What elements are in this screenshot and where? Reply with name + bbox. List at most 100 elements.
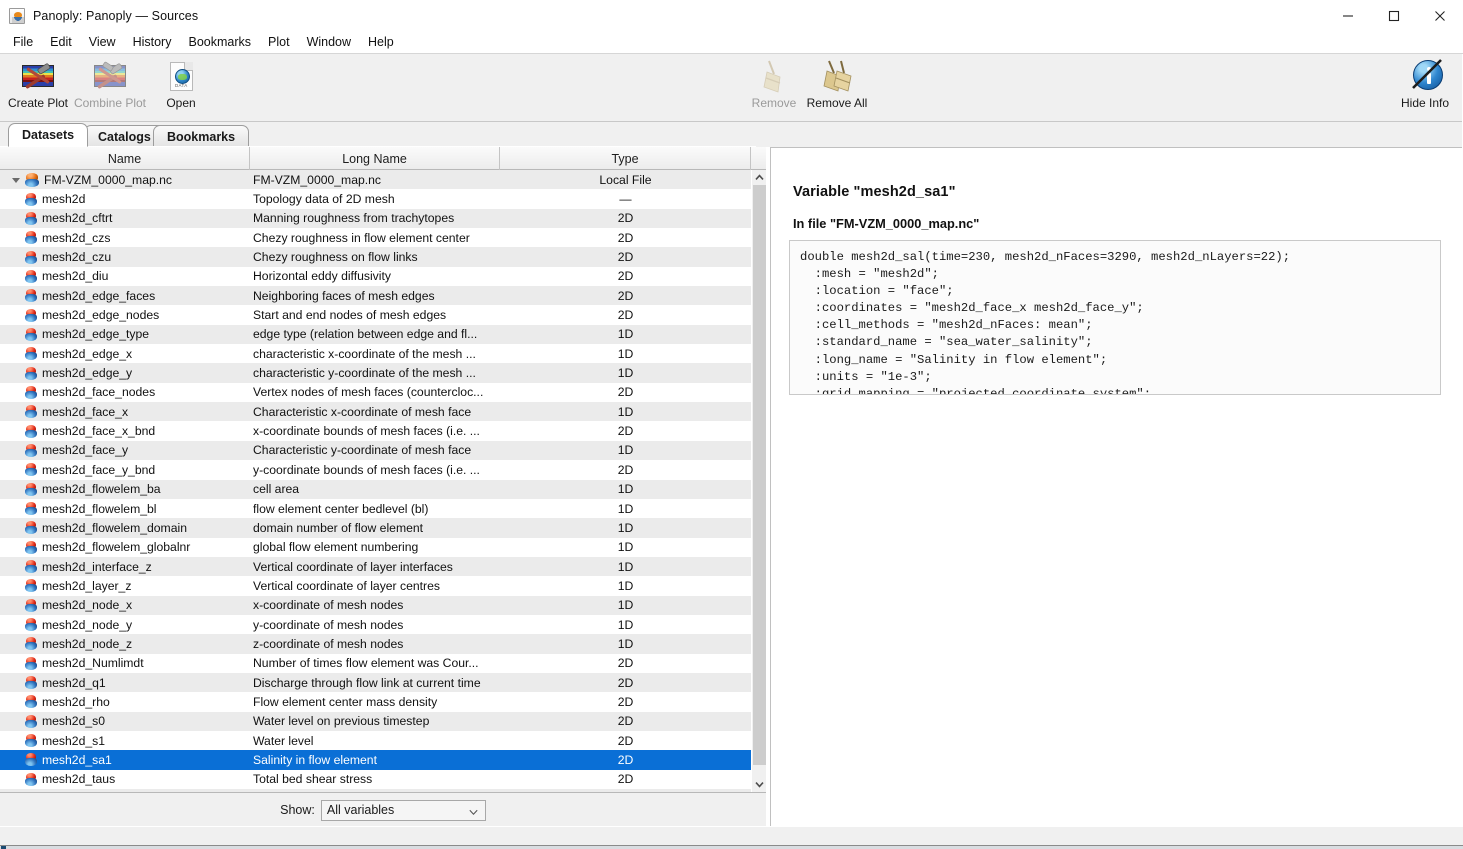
variable-sphere-icon	[25, 193, 37, 206]
variable-name-label: mesh2d_sa1	[42, 753, 112, 767]
table-row[interactable]: mesh2d_node_xx-coordinate of mesh nodes1…	[0, 596, 751, 615]
variable-name-label: mesh2d_face_y_bnd	[42, 463, 155, 477]
table-vertical-scrollbar[interactable]	[751, 170, 766, 792]
remove-all-button[interactable]: Remove All	[797, 58, 877, 110]
expand-collapse-triangle-icon[interactable]	[9, 173, 23, 187]
table-row[interactable]: FM-VZM_0000_map.ncFM-VZM_0000_map.ncLoca…	[0, 170, 751, 189]
column-header-type[interactable]: Type	[500, 147, 751, 170]
table-row[interactable]: mesh2d_flowelem_blflow element center be…	[0, 499, 751, 518]
table-row[interactable]: mesh2d_sa1Salinity in flow element2D	[0, 750, 751, 769]
tab-bar: Datasets Catalogs Bookmarks	[0, 122, 1463, 147]
maximize-icon[interactable]	[1371, 0, 1417, 32]
show-variables-select[interactable]: All variables	[321, 800, 486, 821]
show-variables-value: All variables	[327, 803, 394, 817]
variable-name-label: mesh2d_face_y	[42, 443, 128, 457]
chevron-down-icon[interactable]	[752, 777, 767, 792]
open-button[interactable]: DATA Open	[141, 58, 221, 110]
tab-bookmarks[interactable]: Bookmarks	[153, 125, 249, 147]
cell-type: Local File	[500, 173, 751, 187]
cell-long-name: Start and end nodes of mesh edges	[250, 308, 500, 322]
cell-type: 2D	[500, 656, 751, 670]
table-row[interactable]: mesh2d_rhoFlow element center mass densi…	[0, 692, 751, 711]
cell-type: 1D	[500, 482, 751, 496]
cell-type: 2D	[500, 289, 751, 303]
minimize-icon[interactable]	[1325, 0, 1371, 32]
variable-name-label: mesh2d_edge_nodes	[42, 308, 159, 322]
cell-variable-name: mesh2d_face_x	[0, 405, 250, 419]
chevron-up-icon[interactable]	[752, 170, 767, 185]
cell-type: —	[500, 192, 751, 206]
cell-type: 1D	[500, 443, 751, 457]
variable-name-label: mesh2d_node_x	[42, 598, 132, 612]
table-row[interactable]: mesh2d_edge_xcharacteristic x-coordinate…	[0, 344, 751, 363]
hide-info-label: Hide Info	[1401, 96, 1449, 110]
table-header: Name Long Name Type	[0, 147, 766, 170]
table-row[interactable]: mesh2d_q1Discharge through flow link at …	[0, 673, 751, 692]
table-row[interactable]: mesh2d_layer_zVertical coordinate of lay…	[0, 576, 751, 595]
variable-sphere-icon	[25, 386, 37, 399]
column-header-name[interactable]: Name	[0, 147, 250, 170]
menu-bookmarks[interactable]: Bookmarks	[180, 33, 259, 52]
cell-long-name: Horizontal eddy diffusivity	[250, 269, 500, 283]
cell-variable-name: mesh2d_face_y_bnd	[0, 463, 250, 477]
table-row[interactable]: mesh2d_face_x_bndx-coordinate bounds of …	[0, 421, 751, 440]
variable-name-label: mesh2d_flowelem_bl	[42, 502, 157, 516]
table-row[interactable]: mesh2d_face_y_bndy-coordinate bounds of …	[0, 460, 751, 479]
title-bar: Panoply: Panoply — Sources	[0, 0, 1463, 33]
table-row[interactable]: mesh2d_czsChezy roughness in flow elemen…	[0, 228, 751, 247]
table-row[interactable]: mesh2d_tausTotal bed shear stress2D	[0, 770, 751, 789]
menu-file[interactable]: File	[5, 33, 41, 52]
variable-sphere-icon	[25, 753, 37, 766]
table-row[interactable]: mesh2d_interface_zVertical coordinate of…	[0, 557, 751, 576]
cell-type: 1D	[500, 598, 751, 612]
table-row[interactable]: mesh2d_face_yCharacteristic y-coordinate…	[0, 441, 751, 460]
table-row[interactable]: mesh2d_cftrtManning roughness from trach…	[0, 209, 751, 228]
variable-sphere-icon	[25, 328, 37, 341]
cell-long-name: characteristic x-coordinate of the mesh …	[250, 347, 500, 361]
menu-history[interactable]: History	[125, 33, 180, 52]
tab-datasets[interactable]: Datasets	[8, 123, 88, 147]
cell-long-name: Water level on previous timestep	[250, 714, 500, 728]
create-plot-button[interactable]: Create Plot	[0, 58, 78, 110]
combine-plot-button[interactable]: Combine Plot	[70, 58, 150, 110]
remove-all-label: Remove All	[807, 96, 868, 110]
menu-edit[interactable]: Edit	[42, 33, 80, 52]
table-row[interactable]: mesh2d_node_yy-coordinate of mesh nodes1…	[0, 615, 751, 634]
menu-plot[interactable]: Plot	[260, 33, 298, 52]
cell-variable-name: mesh2d_sa1	[0, 753, 250, 767]
cell-long-name: domain number of flow element	[250, 521, 500, 535]
menu-help[interactable]: Help	[360, 33, 402, 52]
table-row[interactable]: mesh2d_edge_nodes Start and end nodes of …	[0, 305, 751, 324]
table-row[interactable]: mesh2d_czuChezy roughness on flow links2…	[0, 247, 751, 266]
table-row[interactable]: mesh2d_edge_typeedge type (relation betw…	[0, 325, 751, 344]
table-row[interactable]: mesh2dTopology data of 2D mesh—	[0, 189, 751, 208]
table-row[interactable]: mesh2d_s0Water level on previous timeste…	[0, 712, 751, 731]
table-row[interactable]: mesh2d_node_zz-coordinate of mesh nodes1…	[0, 634, 751, 653]
column-header-long-name[interactable]: Long Name	[250, 147, 500, 170]
table-row[interactable]: mesh2d_NumlimdtNumber of times flow elem…	[0, 654, 751, 673]
table-row[interactable]: mesh2d_edge_facesNeighboring faces of me…	[0, 286, 751, 305]
info-panel: Variable "mesh2d_sa1" In file "FM-VZM_00…	[770, 147, 1463, 826]
cell-variable-name: mesh2d_s0	[0, 714, 250, 728]
table-body[interactable]: FM-VZM_0000_map.ncFM-VZM_0000_map.ncLoca…	[0, 170, 751, 792]
menu-view[interactable]: View	[81, 33, 124, 52]
cell-type: 1D	[500, 327, 751, 341]
table-row[interactable]: mesh2d_flowelem_globalnrglobal flow elem…	[0, 538, 751, 557]
cell-type: 1D	[500, 637, 751, 651]
hide-info-button[interactable]: Hide Info	[1385, 58, 1463, 110]
menu-window[interactable]: Window	[299, 33, 359, 52]
cell-variable-name: mesh2d_Numlimdt	[0, 656, 250, 670]
table-row[interactable]: mesh2d_face_nodesVertex nodes of mesh fa…	[0, 383, 751, 402]
table-row[interactable]: mesh2d_edge_ycharacteristic y-coordinate…	[0, 363, 751, 382]
cell-type: 2D	[500, 714, 751, 728]
close-icon[interactable]	[1417, 0, 1463, 32]
table-row[interactable]: mesh2d_flowelem_bacell area1D	[0, 480, 751, 499]
cell-long-name: y-coordinate of mesh nodes	[250, 618, 500, 632]
table-row[interactable]: mesh2d_flowelem_domaindomain number of f…	[0, 518, 751, 537]
scrollbar-thumb[interactable]	[753, 185, 766, 765]
table-row[interactable]: mesh2d_s1Water level2D	[0, 731, 751, 750]
variable-sphere-icon	[25, 560, 37, 573]
cell-type: 1D	[500, 502, 751, 516]
table-row[interactable]: mesh2d_diuHorizontal eddy diffusivity2D	[0, 267, 751, 286]
table-row[interactable]: mesh2d_face_xCharacteristic x-coordinate…	[0, 402, 751, 421]
